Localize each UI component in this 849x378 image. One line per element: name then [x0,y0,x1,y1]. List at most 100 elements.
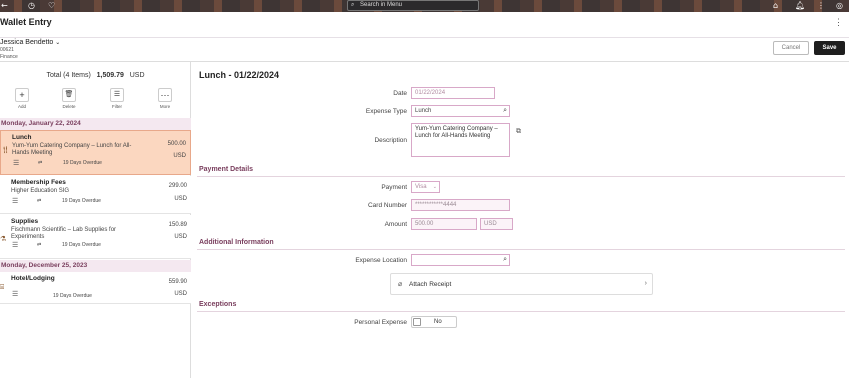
more-button[interactable]: ⋯ More [150,88,180,109]
date-field[interactable]: 01/22/2024 [411,87,495,99]
receipt-icon: ☰ [12,198,19,205]
user-department: Finance [0,54,18,60]
more-vert-icon[interactable]: ⋮ [817,1,825,11]
toggle-knob [413,318,421,326]
personal-expense-value: No [434,319,442,325]
search-icon[interactable]: ⌕ [503,106,507,116]
user-name[interactable]: Jessica Bendetto ⌄ [0,39,60,46]
expense-item-membership[interactable]: Membership Fees Higher Education SIG 299… [0,176,191,214]
clock-icon[interactable]: ◷ [28,1,35,11]
item-title: Membership Fees [11,179,66,186]
add-label: Add [17,104,26,109]
home-icon[interactable]: ⌂ [773,1,778,11]
overdue-status: 19 Days Overdue [53,293,92,299]
filter-button[interactable]: ☰ Filter [102,88,132,109]
receipt-icon: ☰ [12,242,19,249]
section-divider [197,249,845,250]
expense-type-field[interactable]: Lunch ⌕ [411,105,510,117]
overdue-status: 19 Days Overdue [62,198,101,204]
compass-icon[interactable]: ◎ [836,1,843,11]
more-icon: ⋯ [158,88,172,102]
description-label: Description [374,137,407,144]
page-header [0,12,849,38]
amount-field[interactable]: 500.00 [411,218,477,230]
item-description: Higher Education SIG [11,188,70,194]
heart-icon[interactable]: ♡ [48,1,55,11]
date-label: Date [393,90,407,97]
expense-item-supplies[interactable]: ⚗ Supplies Fischmann Scientific – Lab Su… [0,215,191,259]
attach-receipt-label: Attach Receipt [409,281,452,288]
detail-title: Lunch - 01/22/2024 [199,70,280,80]
expense-type-label: Expense Type [365,108,407,115]
overdue-status: 19 Days Overdue [62,242,101,248]
amount-label: Amount [384,221,407,228]
save-button[interactable]: Save [814,41,845,55]
total-label: Total (4 Items) [46,72,91,79]
total-currency: USD [129,72,145,79]
date-group-header: Monday, January 22, 2024 [0,118,191,130]
item-amount: 150.89 [168,222,187,228]
plus-icon: + [15,88,29,102]
split-icon: ⇄ [37,242,42,248]
expense-location-field[interactable]: ⌕ [411,254,510,266]
delete-label: Delete [62,104,76,109]
expense-item-hotel[interactable]: ⌸ Hotel/Lodging 559.90 USD ☰ 19 Days Ove… [0,272,191,304]
search-icon[interactable]: ⌕ [503,255,507,265]
expense-detail-panel [191,62,849,378]
item-title: Hotel/Lodging [11,275,55,282]
payment-label: Payment [381,184,407,191]
split-icon: ⇄ [37,198,42,204]
item-currency: USD [174,291,187,297]
item-description: Fischmann Scientific – Lab Supplies for … [11,227,117,240]
flask-icon: ⚗ [0,236,7,243]
currency-field[interactable]: USD [480,218,513,230]
payment-select[interactable]: Visa ⌄ [411,181,440,193]
item-currency: USD [174,234,187,240]
attach-receipt-button[interactable]: ⌀ Attach Receipt › [390,273,653,295]
user-subheader [0,38,849,62]
item-amount: 500.00 [167,141,186,147]
more-label: More [159,104,171,109]
expense-item-lunch[interactable]: 🍴︎ Lunch Yum-Yum Catering Company – Lunc… [0,130,191,175]
browser-toolbar: ← ◷ ♡ ⌕ Search in Menu ⌂ 🔔︎ ⋮ ◎ [0,0,849,12]
overdue-status: 19 Days Overdue [63,160,102,166]
user-id: 00621 [0,47,14,53]
item-title: Supplies [11,218,39,225]
delete-button[interactable]: 🗑 Delete [54,88,84,109]
payment-details-heading: Payment Details [199,166,254,173]
cancel-button[interactable]: Cancel [773,41,809,55]
add-button[interactable]: + Add [7,88,37,109]
chevron-down-icon: ⌄ [432,184,437,190]
additional-information-heading: Additional Information [199,239,274,246]
item-amount: 559.90 [168,279,187,285]
kebab-menu-icon[interactable]: ⋮ [834,17,843,28]
chevron-right-icon: › [644,280,647,287]
card-number-label: Card Number [367,202,407,209]
fork-knife-icon: 🍴︎ [1,147,10,154]
split-icon: ⇄ [38,160,43,166]
description-textarea[interactable]: Yum-Yum Catering Company – Lunch for All… [411,123,510,157]
filter-icon: ☰ [110,88,124,102]
bell-icon[interactable]: 🔔︎ [795,1,805,11]
item-amount: 299.00 [168,183,187,189]
search-placeholder: Search in Menu [360,2,403,8]
exceptions-heading: Exceptions [199,301,237,308]
user-name-text: Jessica Bendetto [0,39,54,46]
section-divider [197,176,845,177]
chevron-down-icon[interactable]: ⌄ [55,40,60,46]
expense-type-value: Lunch [415,108,432,114]
section-divider [197,311,845,312]
card-number-field[interactable]: ************4444 [411,199,510,211]
page-title: Wallet Entry [0,17,52,27]
bed-icon: ⌸ [0,284,5,291]
back-arrow-icon[interactable]: ← [1,1,8,11]
trash-icon: 🗑 [62,88,76,102]
receipt-icon: ☰ [12,291,19,298]
item-title: Lunch [12,134,32,141]
copy-icon[interactable]: ⧉ [516,128,521,136]
menu-search-input[interactable]: ⌕ Search in Menu [347,0,479,11]
date-group-header: Monday, December 25, 2023 [0,260,191,272]
personal-expense-toggle[interactable]: No [411,316,457,328]
personal-expense-label: Personal Expense [354,319,407,326]
item-currency: USD [174,196,187,202]
